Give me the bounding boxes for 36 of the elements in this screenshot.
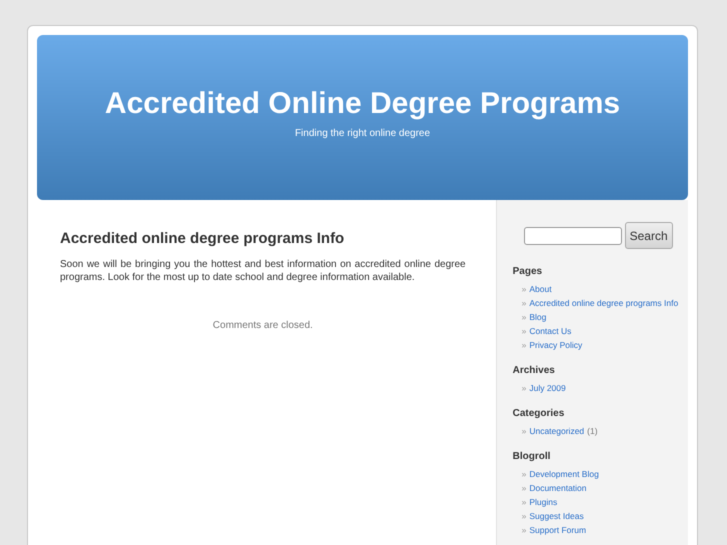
bullet-mark: » [522, 511, 526, 521]
post-count: (1) [587, 426, 598, 436]
bullet-mark: » [522, 426, 526, 436]
bullet-mark: » [522, 383, 526, 393]
section-heading: Blogroll [512, 451, 552, 463]
sidebar-link[interactable]: Documentation [529, 483, 587, 493]
section-heading: Categories [512, 408, 566, 420]
sidebar-link[interactable]: Support Forum [529, 525, 586, 535]
post-title[interactable]: Accredited online degree programs Info [60, 230, 466, 247]
sidebar-link[interactable]: Contact Us [529, 326, 572, 336]
section-heading: Archives [512, 365, 556, 377]
bullet-mark: » [522, 469, 526, 479]
bullet-mark: » [522, 312, 526, 322]
section-heading: Pages [512, 266, 544, 278]
bullet-mark: » [522, 284, 526, 294]
bullet-mark: » [522, 298, 526, 308]
sidebar-link[interactable]: About [529, 284, 552, 294]
site-title[interactable]: Accredited Online Degree Programs [104, 87, 620, 121]
bullet-mark: » [522, 340, 526, 350]
post-body: Soon we will be bringing you the hottest and best information on accredited online degree programs. Look for the most up to date school and degree information available. [60, 258, 466, 284]
bullet-mark: » [522, 326, 526, 336]
bullet-mark: » [522, 497, 526, 507]
search-field[interactable] [524, 226, 622, 244]
site-tagline: Finding the right online degree [294, 128, 430, 139]
sidebar-link[interactable]: Accredited online degree programs Info [529, 298, 678, 308]
sidebar-link[interactable]: Privacy Policy [529, 340, 582, 350]
sidebar-link[interactable]: Development Blog [529, 469, 599, 479]
comments-note: Comments are closed. [212, 320, 314, 331]
sidebar-link[interactable]: Uncategorized [529, 426, 584, 436]
sidebar-link[interactable]: Blog [529, 312, 546, 322]
sidebar-link[interactable]: Plugins [529, 497, 558, 507]
sidebar-link[interactable]: July 2009 [529, 383, 566, 393]
bullet-mark: » [522, 483, 526, 493]
search-button[interactable]: Search [624, 222, 673, 249]
sidebar-link[interactable]: Suggest Ideas [529, 511, 584, 521]
bullet-mark: » [522, 525, 526, 535]
